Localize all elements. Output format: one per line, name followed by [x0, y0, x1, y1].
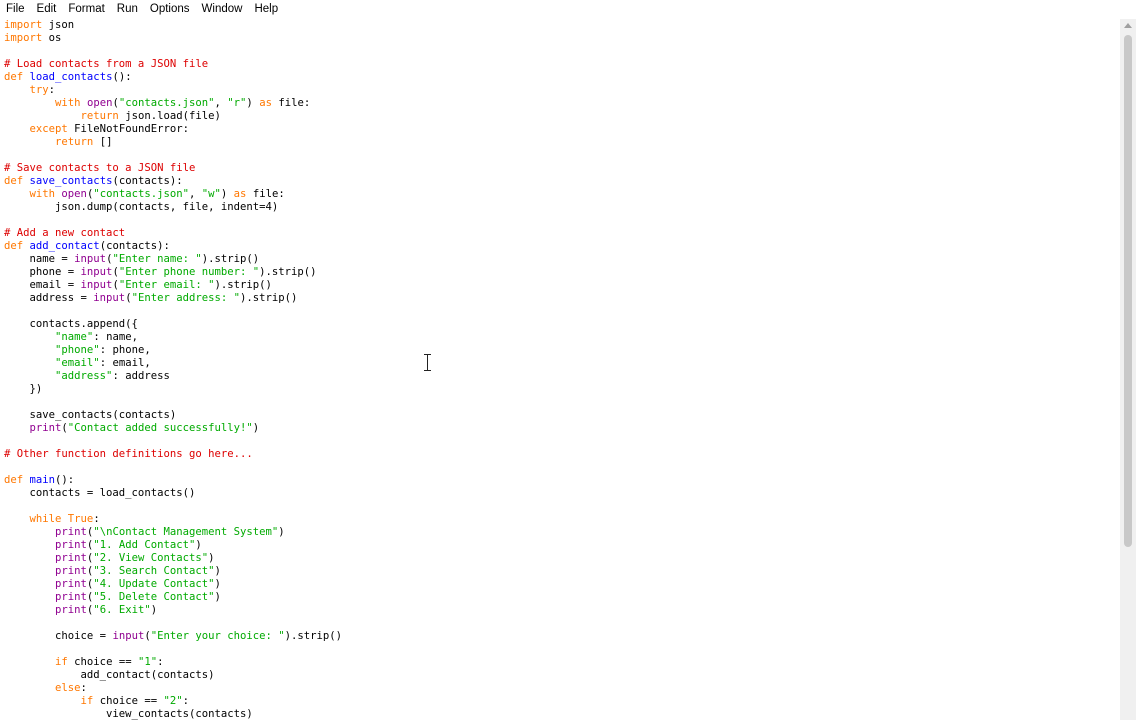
code-line[interactable]: })	[4, 383, 342, 396]
code-line[interactable]: def save_contacts(contacts):	[4, 175, 342, 188]
code-line[interactable]	[4, 617, 342, 630]
code-editor[interactable]: import json import os # Load contacts fro…	[0, 19, 1120, 720]
code-line[interactable]: print("1. Add Contact")	[4, 539, 342, 552]
code-line[interactable]: print("\nContact Management System")	[4, 526, 342, 539]
menu-run[interactable]: Run	[111, 0, 144, 19]
code-line[interactable]: while True:	[4, 513, 342, 526]
code-line[interactable]: def add_contact(contacts):	[4, 240, 342, 253]
menu-format[interactable]: Format	[62, 0, 110, 19]
code-line[interactable]: address = input("Enter address: ").strip…	[4, 292, 342, 305]
text-cursor-icon	[424, 354, 432, 371]
code-line[interactable]	[4, 396, 342, 409]
code-line[interactable]: add_contact(contacts)	[4, 669, 342, 682]
code-line[interactable]: import os	[4, 32, 342, 45]
code-line[interactable]: contacts.append({	[4, 318, 342, 331]
code-line[interactable]: # Load contacts from a JSON file	[4, 58, 342, 71]
code-line[interactable]	[4, 500, 342, 513]
code-line[interactable]: name = input("Enter name: ").strip()	[4, 253, 342, 266]
code-line[interactable]: import json	[4, 19, 342, 32]
code-line[interactable]: json.dump(contacts, file, indent=4)	[4, 201, 342, 214]
code-line[interactable]: # Other function definitions go here...	[4, 448, 342, 461]
menu-file[interactable]: File	[0, 0, 31, 19]
code-line[interactable]: if choice == "1":	[4, 656, 342, 669]
menu-bar: File Edit Format Run Options Window Help	[0, 0, 1136, 20]
code-line[interactable]	[4, 305, 342, 318]
code-line[interactable]: print("5. Delete Contact")	[4, 591, 342, 604]
code-line[interactable]	[4, 435, 342, 448]
code-line[interactable]: print("6. Exit")	[4, 604, 342, 617]
code-line[interactable]: "email": email,	[4, 357, 342, 370]
code-line[interactable]: with open("contacts.json", "w") as file:	[4, 188, 342, 201]
code-line[interactable]: def main():	[4, 474, 342, 487]
code-line[interactable]: with open("contacts.json", "r") as file:	[4, 97, 342, 110]
code-line[interactable]: def load_contacts():	[4, 71, 342, 84]
code-line[interactable]: if choice == "2":	[4, 695, 342, 708]
code-line[interactable]: # Add a new contact	[4, 227, 342, 240]
code-line[interactable]	[4, 643, 342, 656]
code-line[interactable]: contacts = load_contacts()	[4, 487, 342, 500]
code-line[interactable]: phone = input("Enter phone number: ").st…	[4, 266, 342, 279]
code-line[interactable]	[4, 214, 342, 227]
code-line[interactable]: try:	[4, 84, 342, 97]
code-line[interactable]	[4, 45, 342, 58]
vertical-scrollbar[interactable]	[1120, 19, 1136, 720]
code-line[interactable]: email = input("Enter email: ").strip()	[4, 279, 342, 292]
menu-options[interactable]: Options	[144, 0, 196, 19]
code-line[interactable]: return json.load(file)	[4, 110, 342, 123]
code-line[interactable]: else:	[4, 682, 342, 695]
code-line[interactable]: print("3. Search Contact")	[4, 565, 342, 578]
code-line[interactable]: # Save contacts to a JSON file	[4, 162, 342, 175]
code-line[interactable]: save_contacts(contacts)	[4, 409, 342, 422]
menu-window[interactable]: Window	[196, 0, 249, 19]
code-line[interactable]	[4, 149, 342, 162]
code-line[interactable]: return []	[4, 136, 342, 149]
code-line[interactable]: print("2. View Contacts")	[4, 552, 342, 565]
code-line[interactable]: except FileNotFoundError:	[4, 123, 342, 136]
code-line[interactable]: "address": address	[4, 370, 342, 383]
code-line[interactable]: "name": name,	[4, 331, 342, 344]
code-line[interactable]	[4, 461, 342, 474]
code-line[interactable]: "phone": phone,	[4, 344, 342, 357]
menu-edit[interactable]: Edit	[31, 0, 63, 19]
code-line[interactable]: view_contacts(contacts)	[4, 708, 342, 720]
scroll-up-icon[interactable]	[1124, 23, 1132, 28]
code-line[interactable]: choice = input("Enter your choice: ").st…	[4, 630, 342, 643]
code-text[interactable]: import json import os # Load contacts fro…	[4, 19, 342, 720]
scrollbar-thumb[interactable]	[1124, 35, 1132, 547]
code-line[interactable]: print("Contact added successfully!")	[4, 422, 342, 435]
menu-help[interactable]: Help	[248, 0, 284, 19]
code-line[interactable]: print("4. Update Contact")	[4, 578, 342, 591]
